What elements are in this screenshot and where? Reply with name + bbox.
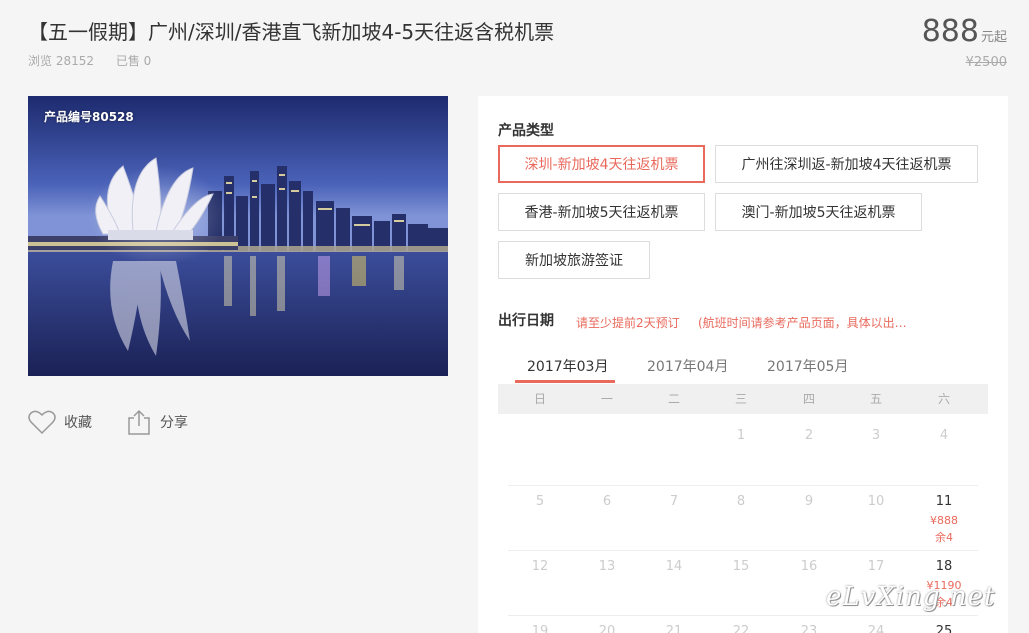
sold-count: 已售 0 <box>115 54 152 68</box>
calendar-day: 1 <box>736 428 746 443</box>
heart-icon <box>28 410 56 435</box>
calendar-day: 13 <box>598 559 616 574</box>
calendar-day-available[interactable]: 18 <box>924 559 964 574</box>
price-unit: 元起 <box>980 30 1007 45</box>
product-image[interactable]: 产品编号80528 <box>28 96 448 376</box>
calendar-day: 5 <box>535 494 545 509</box>
calendar-day: 3 <box>871 428 881 443</box>
calendar-divider <box>508 485 978 486</box>
calendar-day: 15 <box>732 559 750 574</box>
weekday-thu: 四 <box>802 392 815 406</box>
view-count: 浏览 28152 <box>28 54 94 68</box>
product-title: 【五一假期】广州/深圳/香港直飞新加坡4-5天往返含税机票 <box>28 20 555 44</box>
calendar-day: 12 <box>531 559 549 574</box>
calendar-day: 24 <box>867 624 885 633</box>
original-price: ¥2500 <box>965 55 1007 70</box>
share-label: 分享 <box>160 415 188 431</box>
day-price: ¥888 <box>930 514 958 527</box>
calendar-day: 6 <box>602 494 612 509</box>
tab-month-march[interactable]: 2017年03月 <box>527 356 608 376</box>
calendar-day: 20 <box>598 624 616 633</box>
action-bar: 收藏 分享 <box>28 408 222 436</box>
price: 888 <box>921 14 979 49</box>
option-visa[interactable]: 新加坡旅游签证 <box>498 241 650 279</box>
share-button[interactable]: 分享 <box>126 408 188 436</box>
advance-hint: 请至少提前2天预订 <box>576 316 680 330</box>
weekday-tue: 二 <box>667 392 680 406</box>
tab-month-april[interactable]: 2017年04月 <box>647 356 728 376</box>
skyline-illustration <box>28 96 448 376</box>
favorite-label: 收藏 <box>64 415 92 431</box>
watermark-text: eLvXing.net <box>826 582 996 612</box>
day-stock: 余4 <box>935 531 953 544</box>
weekday-fri: 五 <box>869 392 882 406</box>
calendar-day-available[interactable]: 25 <box>924 624 964 633</box>
calendar-day-available[interactable]: 11 <box>924 494 964 509</box>
calendar-day: 8 <box>736 494 746 509</box>
calendar-day: 14 <box>665 559 683 574</box>
price-box: 888 元起 ¥2500 <box>922 14 1007 70</box>
calendar-day: 21 <box>665 624 683 633</box>
option-macau-5day[interactable]: 澳门-新加坡5天往返机票 <box>715 193 922 231</box>
weekday-header: 日 一 二 三 四 五 六 <box>498 384 988 414</box>
calendar-day: 16 <box>800 559 818 574</box>
option-guangzhou-4day[interactable]: 广州往深圳返-新加坡4天往返机票 <box>715 145 978 183</box>
calendar-day: 10 <box>867 494 885 509</box>
product-stats: 浏览 28152 已售 0 <box>28 52 169 69</box>
product-type-label: 产品类型 <box>498 123 554 139</box>
option-shenzhen-4day[interactable]: 深圳-新加坡4天往返机票 <box>498 145 705 183</box>
flight-hint[interactable]: (航班时间请参考产品页面，具体以出… <box>698 314 907 331</box>
active-month-indicator <box>515 380 615 383</box>
weekday-wed: 三 <box>734 392 747 406</box>
travel-date-label: 出行日期 <box>498 313 554 329</box>
weekday-mon: 一 <box>600 392 613 406</box>
calendar-divider <box>508 550 978 551</box>
option-hongkong-5day[interactable]: 香港-新加坡5天往返机票 <box>498 193 705 231</box>
weekday-sun: 日 <box>533 392 546 406</box>
weekday-sat: 六 <box>937 392 950 406</box>
calendar-day: 19 <box>531 624 549 633</box>
booking-panel: 产品类型 深圳-新加坡4天往返机票 广州往深圳返-新加坡4天往返机票 香港-新加… <box>478 96 1008 633</box>
calendar-day: 2 <box>804 428 814 443</box>
calendar-day: 17 <box>867 559 885 574</box>
calendar-divider <box>508 615 978 616</box>
share-icon <box>128 409 150 435</box>
calendar-day: 9 <box>804 494 814 509</box>
calendar-day: 4 <box>939 428 949 443</box>
calendar-day: 22 <box>732 624 750 633</box>
calendar-day: 23 <box>800 624 818 633</box>
tab-month-may[interactable]: 2017年05月 <box>767 356 848 376</box>
calendar-day: 7 <box>669 494 679 509</box>
favorite-button[interactable]: 收藏 <box>28 409 92 435</box>
product-code: 产品编号80528 <box>44 110 134 124</box>
